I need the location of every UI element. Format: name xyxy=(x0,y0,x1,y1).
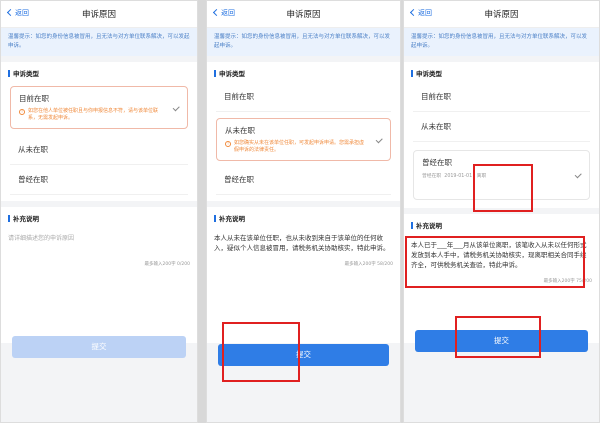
char-counter: 最多输入200字 0/200 xyxy=(144,262,191,267)
submit-button[interactable]: 提交 xyxy=(12,336,186,358)
warning-icon: ! xyxy=(19,109,25,115)
section-bar xyxy=(411,70,413,77)
section-label: 补充说明 xyxy=(13,215,39,223)
warning-text: 如您确实从未在该单位任职，可发起申诉申请。您需承担虚假申诉的法律责任。 xyxy=(234,140,365,153)
supplement-textarea[interactable]: 请详细描述您的申诉原因 xyxy=(0,227,198,259)
nav-bar: 返回 申诉原因 xyxy=(0,0,198,28)
warning-note: ! 如您确实从未在该单位任职，可发起申诉申请。您需承担虚假申诉的法律责任。 xyxy=(225,140,382,154)
highlight-box-submit xyxy=(222,322,300,382)
option-label: 目前在职 xyxy=(224,92,254,101)
tip-banner: 温馨提示：如您的身份信息被冒用，且无法与对方单位联系解决，可以发起申诉。 xyxy=(0,28,198,56)
highlight-box-text xyxy=(405,236,585,288)
phone-screen-2: 返回 申诉原因 温馨提示：如您的身份信息被冒用，且无法与对方单位联系解决，可以发… xyxy=(206,0,401,423)
phone-screen-3: 返回 申诉原因 温馨提示：如您的身份信息被冒用，且无法与对方单位联系解决，可以发… xyxy=(403,0,600,423)
option-label: 目前在职 xyxy=(19,94,49,103)
section-bar xyxy=(8,70,10,77)
option-current-employed[interactable]: 目前在职 xyxy=(413,82,590,112)
section-bar xyxy=(8,215,10,222)
nav-bar: 返回 申诉原因 xyxy=(403,0,600,28)
section-appeal-type: 申诉类型 xyxy=(403,62,600,82)
former-dates: 2019-01-01 xyxy=(444,174,473,179)
option-current-employed[interactable]: 目前在职 ! 如您在他人单位被任职且与你申报信息不符，请与该单位联系，无需发起申诉… xyxy=(10,86,188,129)
page-title: 申诉原因 xyxy=(286,10,321,20)
option-label: 曾经在职 xyxy=(224,175,254,184)
supplement-text: 本人从未在该单位任职，也从未收到来自于该单位的任何收入，疑似个人信息被冒用，请税… xyxy=(214,234,390,252)
tip-banner: 温馨提示：如您的身份信息被冒用，且无法与对方单位联系解决，可以发起申诉。 xyxy=(206,28,401,56)
section-appeal-type: 申诉类型 xyxy=(0,62,198,82)
warning-text: 如您在他人单位被任职且与你申报信息不符，请与该单位联系，无需发起申诉。 xyxy=(28,108,159,121)
option-label: 曾经在职 xyxy=(18,175,48,184)
section-bar xyxy=(411,222,413,229)
supplement-textarea[interactable]: 本人从未在该单位任职，也从未收到来自于该单位的任何收入，疑似个人信息被冒用，请税… xyxy=(206,227,401,259)
nav-bar: 返回 申诉原因 xyxy=(206,0,401,28)
option-label: 从未在职 xyxy=(225,126,255,135)
warning-icon: ! xyxy=(225,141,231,147)
section-supplement: 补充说明 xyxy=(403,214,600,234)
option-former-employed[interactable]: 曾经在职 xyxy=(10,165,188,195)
option-label: 目前在职 xyxy=(421,92,451,101)
highlight-box-submit xyxy=(455,316,541,358)
option-never-employed[interactable]: 从未在职 xyxy=(413,112,590,142)
separator xyxy=(198,0,206,423)
option-label: 从未在职 xyxy=(421,122,451,131)
section-label: 申诉类型 xyxy=(219,70,245,78)
warning-note: ! 如您在他人单位被任职且与你申报信息不符，请与该单位联系，无需发起申诉。 xyxy=(19,108,179,122)
section-supplement: 补充说明 xyxy=(206,207,401,227)
section-label: 申诉类型 xyxy=(13,70,39,78)
phone-screen-1: 返回 申诉原因 温馨提示：如您的身份信息被冒用，且无法与对方单位联系解决，可以发… xyxy=(0,0,198,423)
char-counter: 最多输入200字 58/200 xyxy=(344,262,393,267)
option-current-employed[interactable]: 目前在职 xyxy=(216,82,391,112)
section-label: 补充说明 xyxy=(416,222,442,230)
section-supplement: 补充说明 xyxy=(0,207,198,227)
tip-banner: 温馨提示：如您的身份信息被冒用，且无法与对方单位联系解决，可以发起申诉。 xyxy=(403,28,600,56)
former-hint: 曾经在职 xyxy=(422,174,442,179)
section-bar xyxy=(214,215,216,222)
placeholder-text: 请详细描述您的申诉原因 xyxy=(8,235,75,242)
page-title: 申诉原因 xyxy=(81,10,116,20)
page-title: 申诉原因 xyxy=(484,10,519,20)
section-appeal-type: 申诉类型 xyxy=(206,62,401,82)
option-former-employed[interactable]: 曾经在职 xyxy=(216,165,391,195)
section-bar xyxy=(214,70,216,77)
section-label: 申诉类型 xyxy=(416,70,442,78)
highlight-box-option xyxy=(473,164,533,212)
option-never-employed[interactable]: 从未在职 ! 如您确实从未在该单位任职，可发起申诉申请。您需承担虚假申诉的法律责任… xyxy=(216,118,391,161)
option-never-employed[interactable]: 从未在职 xyxy=(10,135,188,165)
section-label: 补充说明 xyxy=(219,215,245,223)
option-label: 从未在职 xyxy=(18,145,48,154)
